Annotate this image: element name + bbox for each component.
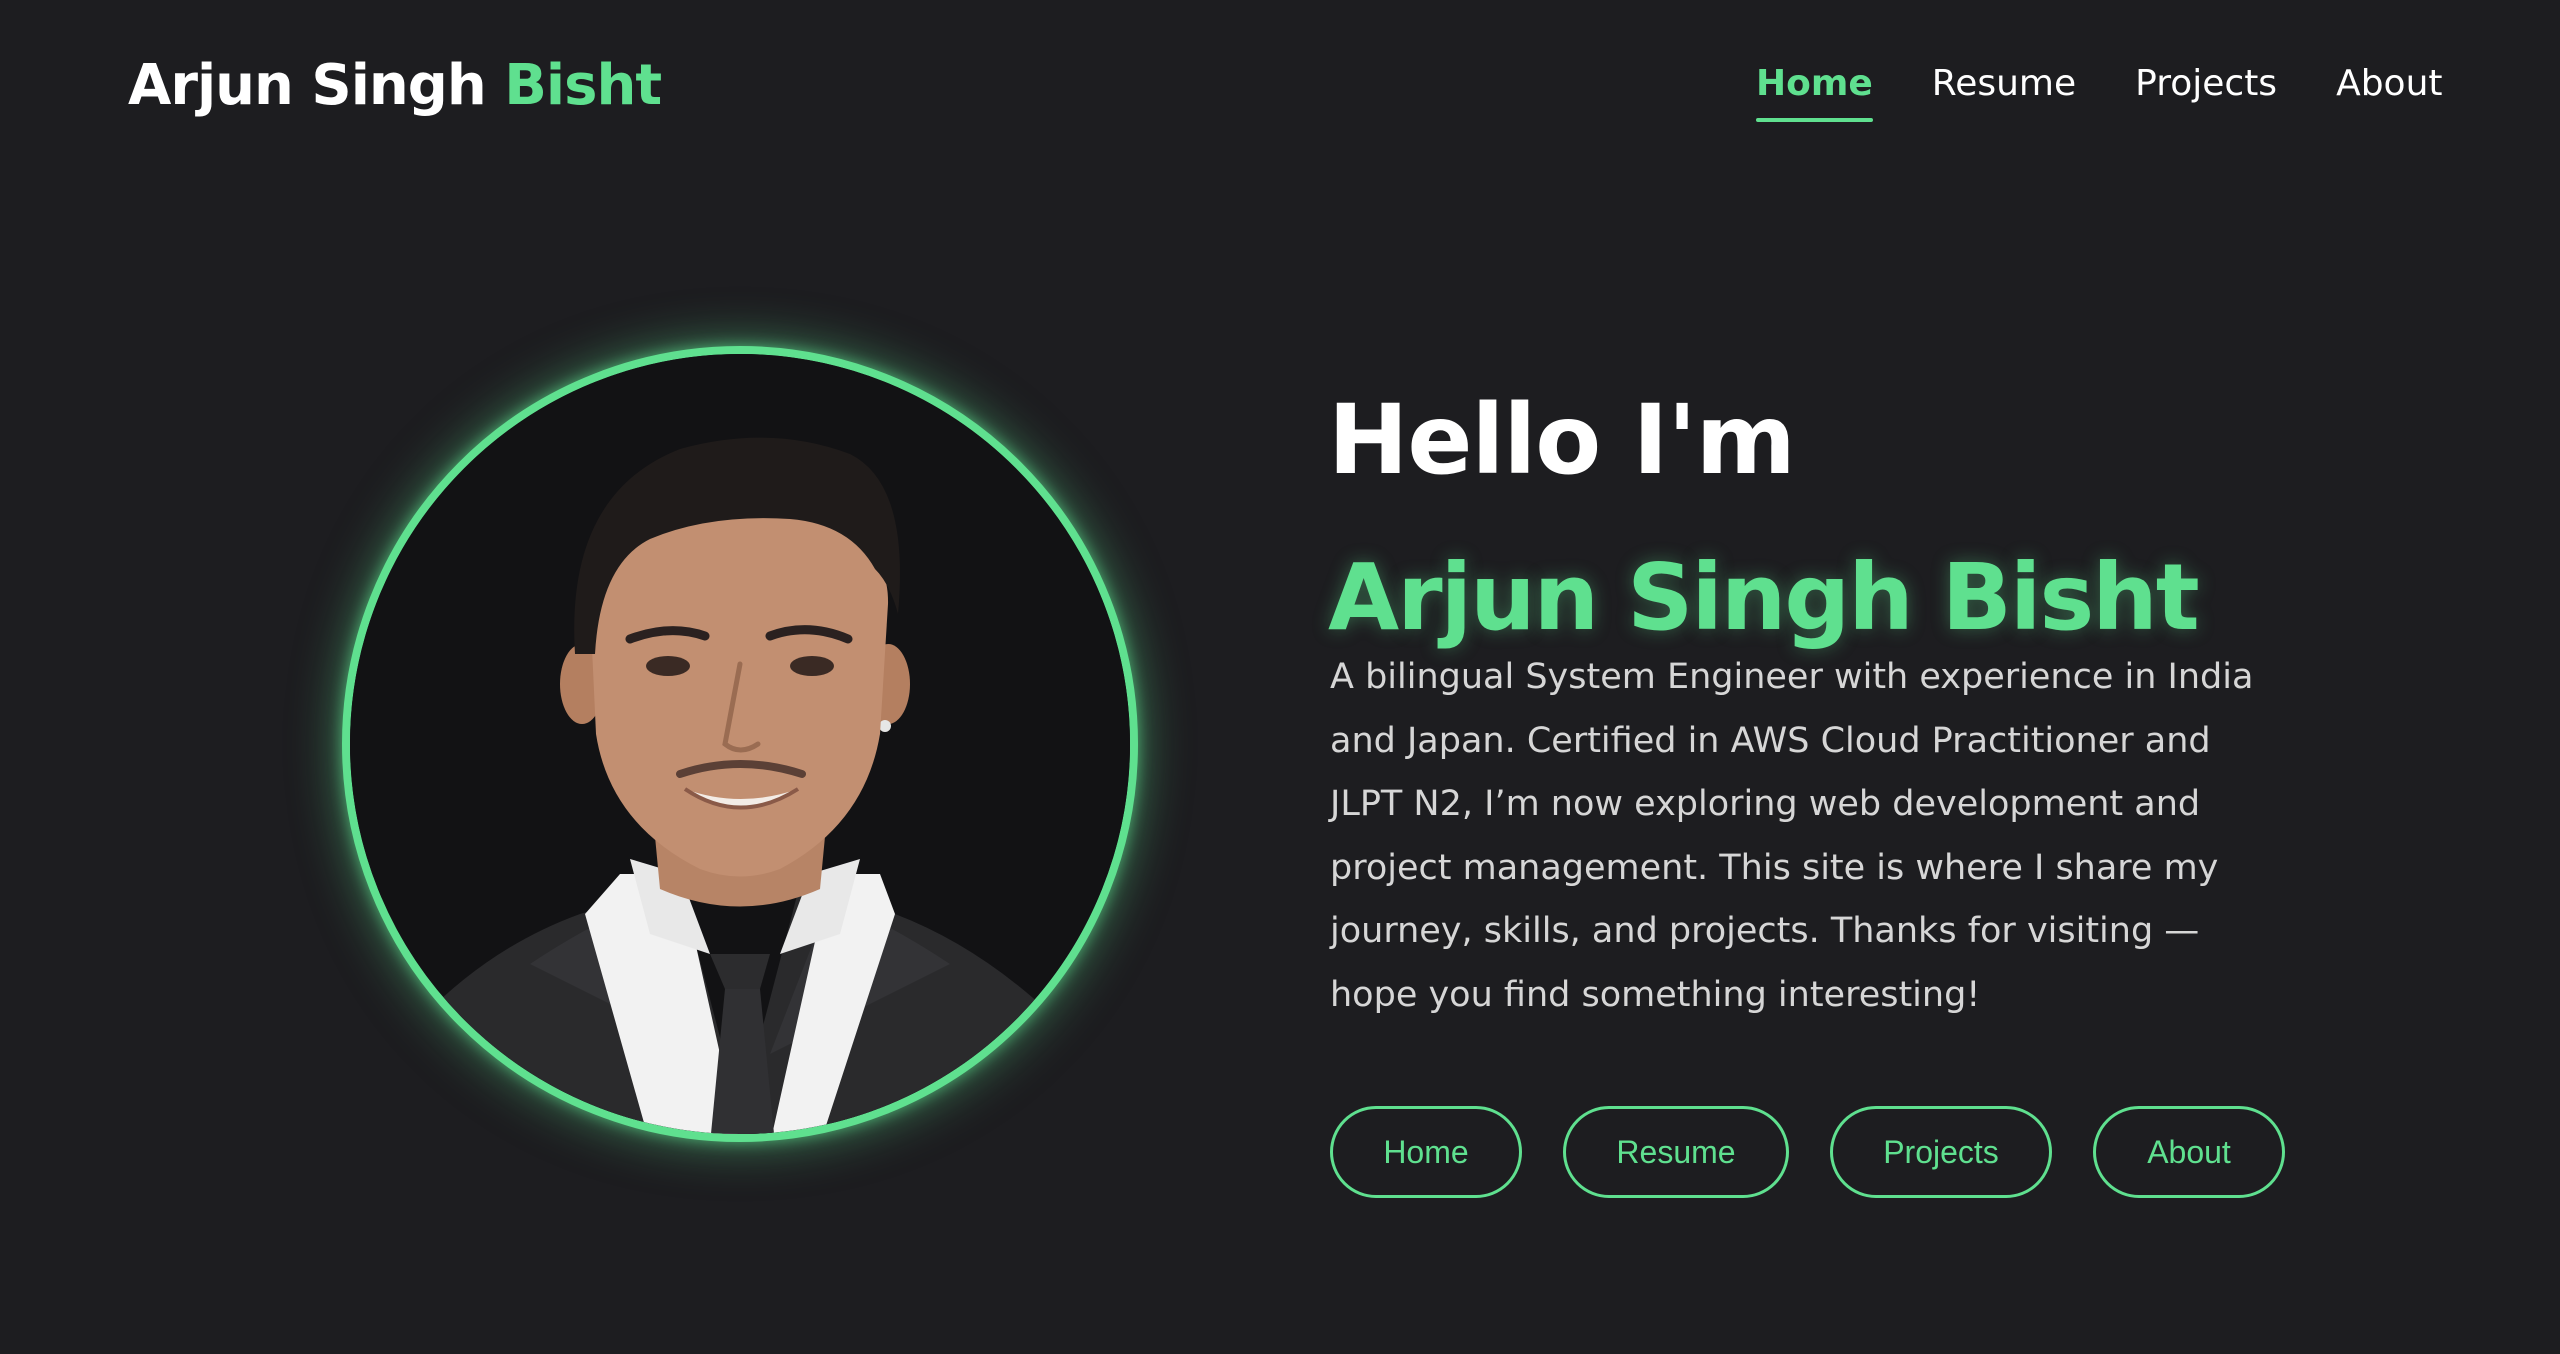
nav-projects[interactable]: Projects xyxy=(2135,56,2277,112)
hero-bio: A bilingual System Engineer with experie… xyxy=(1330,657,2254,1015)
nav-home[interactable]: Home xyxy=(1756,56,1873,122)
nav-about[interactable]: About xyxy=(2336,56,2442,112)
profile-photo-illustration xyxy=(350,354,1130,1134)
projects-button[interactable]: Projects xyxy=(1830,1106,2052,1198)
brand-last-name: Bisht xyxy=(504,53,662,118)
nav-resume[interactable]: Resume xyxy=(1932,56,2076,112)
brand-first-name: Arjun Singh xyxy=(128,53,487,118)
brand-logo[interactable]: Arjun Singh Bisht xyxy=(128,46,662,126)
resume-button[interactable]: Resume xyxy=(1563,1106,1789,1198)
hero-greeting: Hello I'm xyxy=(1328,384,1796,497)
about-button[interactable]: About xyxy=(2093,1106,2285,1198)
hero-buttons: Home Resume Projects About xyxy=(1330,1106,2285,1198)
hero-name: Arjun Singh Bisht xyxy=(1328,544,2200,652)
home-button[interactable]: Home xyxy=(1330,1106,1522,1198)
profile-photo xyxy=(342,346,1138,1142)
top-nav: Home Resume Projects About xyxy=(1756,56,2443,122)
